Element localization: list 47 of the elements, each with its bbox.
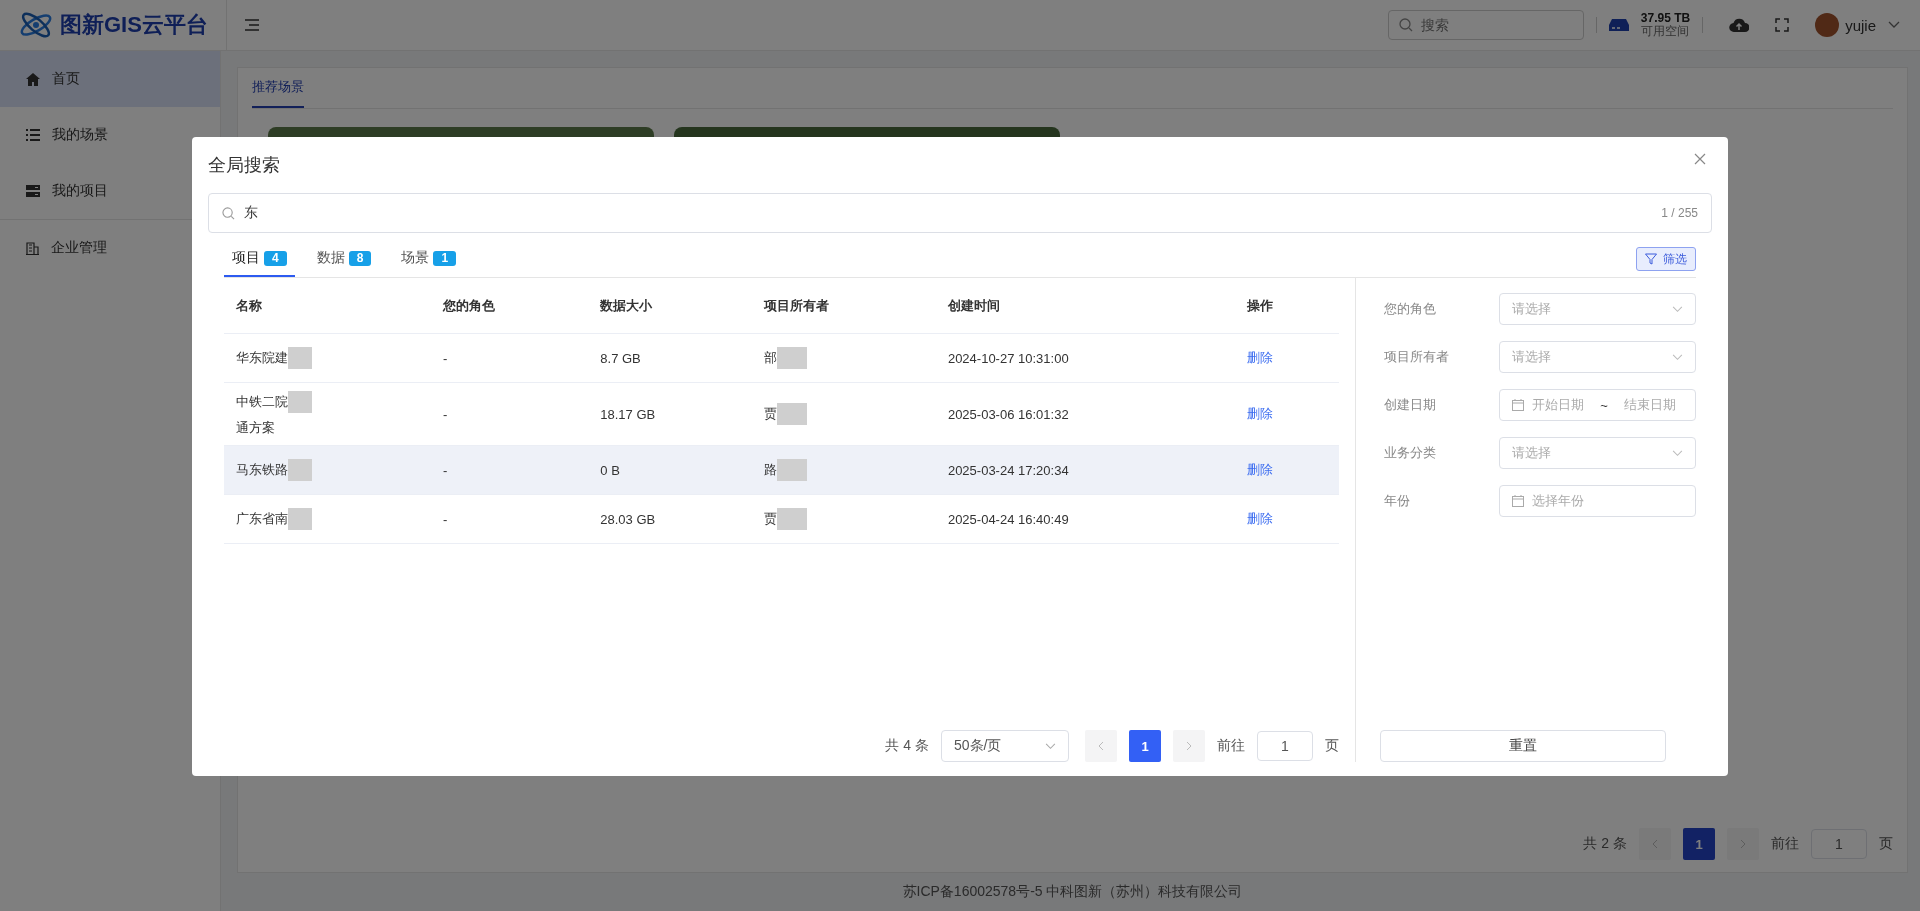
table-cell: 18.17 GB	[600, 406, 656, 422]
column-header: 操作	[1247, 297, 1274, 313]
page-unit: 页	[1325, 737, 1339, 755]
filter-label: 创建日期	[1384, 396, 1437, 414]
filter-label: 您的角色	[1384, 300, 1437, 318]
goto-label: 前往	[1217, 737, 1245, 755]
table-cell-text: 通方案	[236, 419, 276, 437]
table-cell: 8.7 GB	[600, 350, 641, 366]
storage-value: 37.95 TB	[1640, 12, 1691, 25]
logo-text: 图新GIS云平台	[60, 11, 208, 39]
table-cell: 28.03 GB	[600, 511, 656, 527]
filter-label: 年份	[1384, 492, 1411, 510]
character-count: 1 / 255	[1661, 206, 1698, 220]
count-badge: 4	[264, 250, 287, 266]
table-cell: -	[443, 462, 448, 478]
column-header: 项目所有者	[763, 297, 829, 313]
table-cell: 华东院建	[236, 349, 288, 367]
dialog-title: 全局搜索	[208, 154, 280, 177]
count-badge: 8	[348, 250, 372, 266]
total-count: 共 2 条	[1583, 835, 1627, 853]
table-cell: 部	[763, 349, 777, 367]
table-cell: 2025-04-24 16:40:49	[947, 511, 1069, 527]
column-header: 名称	[236, 297, 262, 313]
goto-label: 前往	[1771, 835, 1799, 853]
table-cell: 马东铁路	[236, 461, 288, 479]
page-unit: 页	[1879, 835, 1893, 853]
table-cell: 2024-10-27 10:31:00	[947, 350, 1069, 366]
storage-label: 可用空间	[1640, 25, 1690, 38]
table-cell: 2025-03-24 17:20:34	[947, 462, 1069, 478]
table-cell: 2025-03-06 16:01:32	[947, 406, 1069, 422]
column-header: 您的角色	[443, 297, 495, 313]
table-cell: -	[443, 350, 448, 366]
column-header: 创建时间	[947, 297, 1000, 313]
count-badge: 1	[433, 250, 457, 266]
table-cell: 贾	[763, 405, 777, 423]
table-cell: -	[443, 406, 448, 422]
filter-label: 项目所有者	[1384, 348, 1450, 366]
table-cell: 0 B	[600, 462, 620, 478]
table-cell: 贾	[763, 510, 777, 528]
table-cell: 路	[763, 461, 777, 479]
table-cell: 广东省南	[236, 510, 288, 528]
filter-label: 业务分类	[1384, 444, 1437, 462]
column-header: 数据大小	[600, 297, 653, 313]
footer-text: 苏ICP备16002578号-5 中科图新（苏州）科技有限公司	[901, 882, 1244, 901]
total-count: 共 4 条	[885, 737, 929, 755]
table-cell: -	[443, 511, 448, 527]
table-cell: 中铁二院	[236, 393, 288, 411]
